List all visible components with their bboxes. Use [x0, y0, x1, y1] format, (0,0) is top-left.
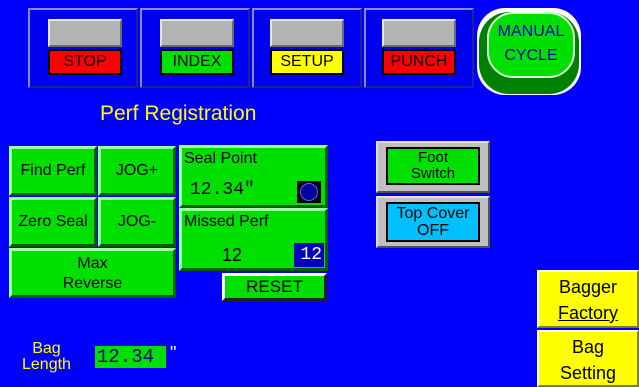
foot-switch-frame: Foot Switch [376, 141, 490, 193]
bag-length-label-line1: Bag [32, 340, 61, 357]
seal-point-panel: Seal Point 12.34" [179, 145, 328, 208]
stop-button[interactable]: STOP [48, 49, 122, 75]
max-reverse-line2: Reverse [62, 275, 123, 292]
manual-cycle-line1: MANUAL [497, 23, 565, 40]
manual-cycle-face: MANUAL CYCLE [487, 12, 575, 78]
foot-switch-line1: Foot [417, 149, 448, 166]
stop-lamp [48, 19, 122, 47]
bag-length-label: Bag Length [22, 341, 71, 373]
section-title: Perf Registration [100, 102, 257, 125]
top-cover-frame: Top Cover OFF [376, 196, 490, 248]
bag-length-value: 12.34 [95, 346, 166, 368]
jog-plus-button[interactable]: JOG+ [98, 146, 176, 196]
setup-button[interactable]: SETUP [270, 49, 344, 75]
bag-length-label-line2: Length [22, 356, 71, 373]
find-perf-button[interactable]: Find Perf [9, 146, 97, 196]
max-reverse-button[interactable]: Max Reverse [9, 248, 176, 298]
jog-minus-button[interactable]: JOG- [98, 197, 176, 247]
manual-cycle-button[interactable]: MANUAL CYCLE [477, 8, 581, 95]
bag-setting-line1: Bag [571, 337, 605, 357]
missed-perf-value: 12 [222, 245, 243, 265]
index-lamp [160, 19, 234, 47]
reset-button[interactable]: RESET [222, 273, 327, 301]
bagger-factory-line2: Factory [557, 303, 618, 323]
foot-switch-indicator[interactable]: Foot Switch [386, 147, 480, 185]
setup-lamp [270, 19, 344, 47]
punch-button[interactable]: PUNCH [382, 49, 456, 75]
knob-dial [300, 183, 318, 201]
missed-perf-panel: Missed Perf 12 12 [179, 208, 328, 271]
foot-switch-line2: Switch [410, 165, 456, 182]
mode-panel-index: INDEX [140, 8, 250, 88]
seal-point-knob-icon[interactable] [297, 181, 321, 203]
bag-setting-line2: Setting [559, 363, 617, 383]
top-cover-indicator[interactable]: Top Cover OFF [386, 202, 480, 242]
bag-setting-button[interactable]: Bag Setting [537, 330, 639, 387]
mode-panel-setup: SETUP [252, 8, 362, 88]
mode-panel-punch: PUNCH [364, 8, 474, 88]
zero-seal-button[interactable]: Zero Seal [9, 197, 97, 247]
mode-panel-stop: STOP [28, 8, 138, 88]
bagger-factory-line1: Bagger [558, 277, 618, 297]
top-cover-line2: OFF [417, 222, 449, 239]
bagger-factory-button[interactable]: Bagger Factory [537, 270, 639, 328]
missed-perf-label: Missed Perf [184, 213, 269, 230]
seal-point-value: 12.34" [190, 180, 255, 200]
missed-perf-setpoint-input[interactable]: 12 [294, 243, 324, 267]
manual-cycle-line2: CYCLE [504, 47, 558, 64]
max-reverse-line1: Max [77, 255, 108, 272]
index-button[interactable]: INDEX [160, 49, 234, 75]
seal-point-label: Seal Point [184, 150, 257, 167]
top-cover-line1: Top Cover [396, 205, 470, 222]
punch-lamp [382, 19, 456, 47]
bag-length-unit: " [170, 343, 177, 363]
